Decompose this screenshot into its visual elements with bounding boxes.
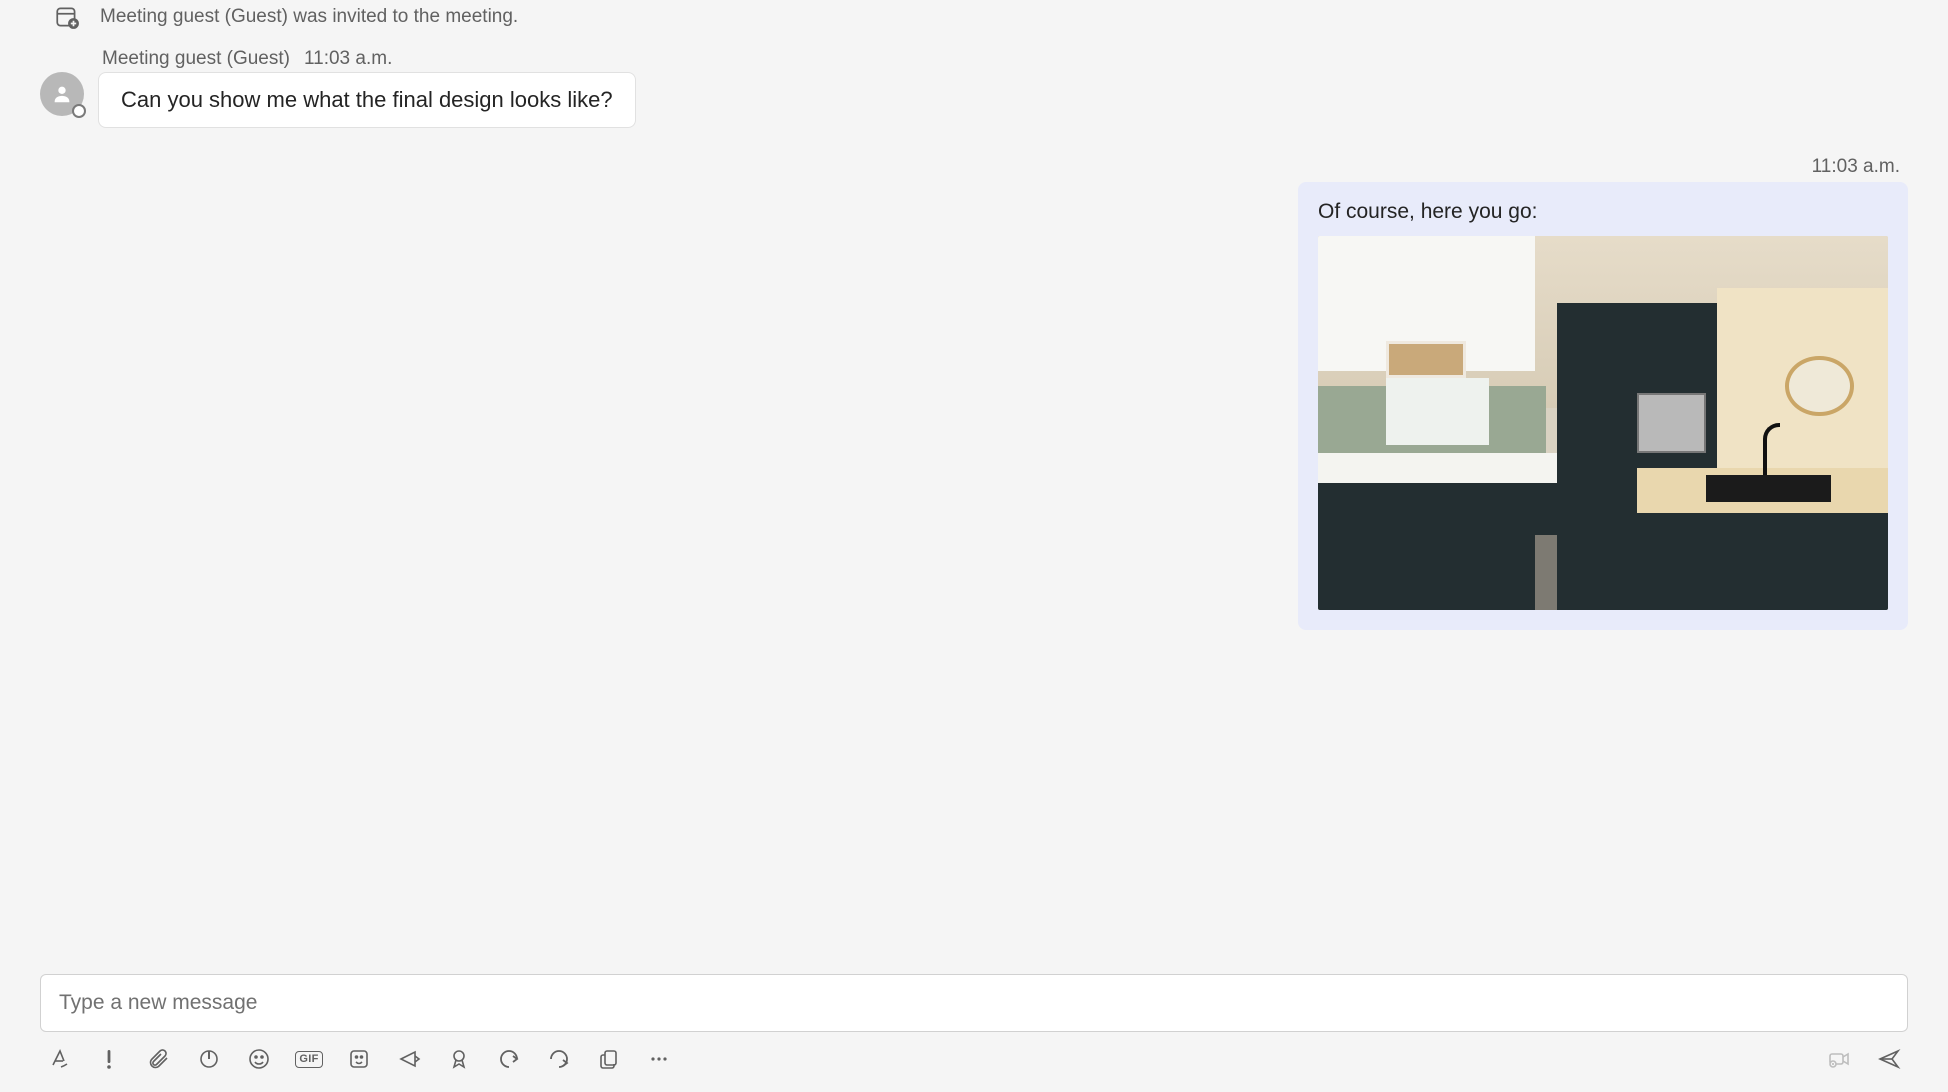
incoming-message-bubble[interactable]: Can you show me what the final design lo… bbox=[98, 72, 636, 128]
outgoing-message-text: Of course, here you go: bbox=[1318, 200, 1888, 224]
outgoing-message-row: Of course, here you go: bbox=[40, 182, 1908, 630]
chat-area: Meeting guest (Guest) was invited to the… bbox=[0, 0, 1948, 1092]
kitchen-illustration bbox=[1318, 236, 1888, 610]
compose-area: GIF bbox=[40, 964, 1908, 1092]
sticker-button[interactable] bbox=[346, 1046, 372, 1072]
system-event-row: Meeting guest (Guest) was invited to the… bbox=[40, 4, 1908, 30]
video-clip-button[interactable] bbox=[1826, 1046, 1852, 1072]
incoming-message-row: Can you show me what the final design lo… bbox=[40, 72, 1908, 128]
send-button[interactable] bbox=[1876, 1046, 1902, 1072]
incoming-message-header: Meeting guest (Guest) 11:03 a.m. bbox=[40, 48, 1908, 70]
outgoing-timestamp: 11:03 a.m. bbox=[40, 156, 1908, 178]
gif-button[interactable]: GIF bbox=[296, 1046, 322, 1072]
emoji-button[interactable] bbox=[246, 1046, 272, 1072]
format-button[interactable] bbox=[46, 1046, 72, 1072]
incoming-message-text: Can you show me what the final design lo… bbox=[121, 87, 613, 112]
message-input[interactable] bbox=[59, 991, 1889, 1015]
guest-avatar[interactable] bbox=[40, 72, 84, 116]
message-list: Meeting guest (Guest) was invited to the… bbox=[40, 0, 1908, 964]
compose-box[interactable] bbox=[40, 974, 1908, 1032]
approvals-button[interactable] bbox=[446, 1046, 472, 1072]
copy-button[interactable] bbox=[596, 1046, 622, 1072]
compose-toolbar: GIF bbox=[40, 1046, 1908, 1072]
viva-button[interactable] bbox=[496, 1046, 522, 1072]
presence-indicator bbox=[72, 104, 86, 118]
image-attachment[interactable] bbox=[1318, 236, 1888, 610]
updates-button[interactable] bbox=[546, 1046, 572, 1072]
loop-button[interactable] bbox=[196, 1046, 222, 1072]
priority-button[interactable] bbox=[96, 1046, 122, 1072]
actions-button[interactable] bbox=[396, 1046, 422, 1072]
more-button[interactable] bbox=[646, 1046, 672, 1072]
outgoing-message-bubble[interactable]: Of course, here you go: bbox=[1298, 182, 1908, 630]
incoming-timestamp: 11:03 a.m. bbox=[304, 48, 392, 70]
system-event-text: Meeting guest (Guest) was invited to the… bbox=[100, 6, 518, 28]
calendar-add-icon bbox=[54, 4, 80, 30]
gif-label: GIF bbox=[295, 1051, 322, 1068]
attach-button[interactable] bbox=[146, 1046, 172, 1072]
incoming-sender-name: Meeting guest (Guest) bbox=[102, 48, 290, 70]
